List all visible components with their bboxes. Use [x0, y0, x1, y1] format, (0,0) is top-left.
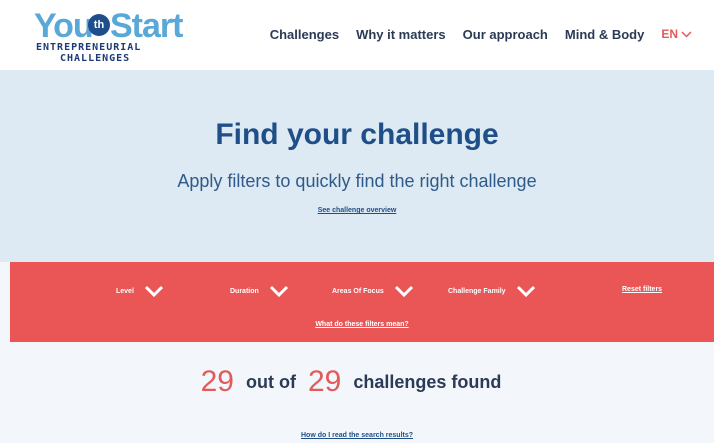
youthstart-logo[interactable]: You th Start ENTREPRENEURIAL CHALLENGES: [32, 6, 192, 64]
filter-areas-of-focus-label: Areas Of Focus: [332, 287, 384, 295]
logo-th-badge: th: [88, 14, 110, 36]
reset-filters-link[interactable]: Reset filters: [622, 286, 662, 293]
filter-bar: Level Duration Areas Of Focus Challenge …: [10, 262, 714, 342]
filter-duration-label: Duration: [230, 287, 259, 295]
logo-you-text: You: [34, 7, 94, 45]
read-results-help-link[interactable]: How do I read the search results?: [0, 432, 714, 439]
results-connector: out of: [245, 371, 296, 392]
nav-item-mind-body[interactable]: Mind & Body: [565, 27, 644, 42]
logo-entrepreneurial-text: ENTREPRENEURIAL: [36, 42, 142, 53]
filter-level-label: Level: [116, 287, 134, 295]
nav-item-why-it-matters[interactable]: Why it matters: [356, 27, 446, 42]
results-total-count: 29: [307, 365, 342, 398]
page-title: Find your challenge: [215, 118, 499, 151]
language-selector[interactable]: EN: [661, 27, 692, 41]
filters-help-link[interactable]: What do these filters mean?: [10, 321, 714, 328]
language-label: EN: [661, 27, 678, 41]
logo-start-text: Start: [110, 7, 183, 45]
chevron-down-icon: [144, 285, 163, 297]
logo-challenges-text: CHALLENGES: [60, 53, 131, 64]
results-suffix: challenges found: [353, 371, 502, 392]
chevron-down-icon: [394, 285, 413, 297]
site-header: You th Start ENTREPRENEURIAL CHALLENGES …: [0, 0, 714, 70]
filter-areas-of-focus[interactable]: Areas Of Focus: [332, 281, 414, 301]
filter-level[interactable]: Level: [116, 281, 164, 301]
results-summary: 29 out of 29 challenges found: [0, 362, 714, 402]
main-nav: Challenges Why it matters Our approach M…: [253, 25, 692, 43]
nav-item-challenges[interactable]: Challenges: [270, 27, 339, 42]
hero-section: Find your challenge Apply filters to qui…: [0, 70, 714, 262]
filter-challenge-family-label: Challenge Family: [448, 287, 506, 295]
filter-challenge-family[interactable]: Challenge Family: [448, 281, 536, 301]
challenge-overview-link[interactable]: See challenge overview: [0, 207, 714, 214]
nav-item-our-approach[interactable]: Our approach: [463, 27, 548, 42]
filter-duration[interactable]: Duration: [230, 281, 289, 301]
chevron-down-icon: [681, 30, 692, 38]
page-subtitle: Apply filters to quickly find the right …: [177, 171, 537, 191]
chevron-down-icon: [269, 285, 288, 297]
chevron-down-icon: [516, 285, 535, 297]
results-found-count: 29: [200, 365, 234, 398]
